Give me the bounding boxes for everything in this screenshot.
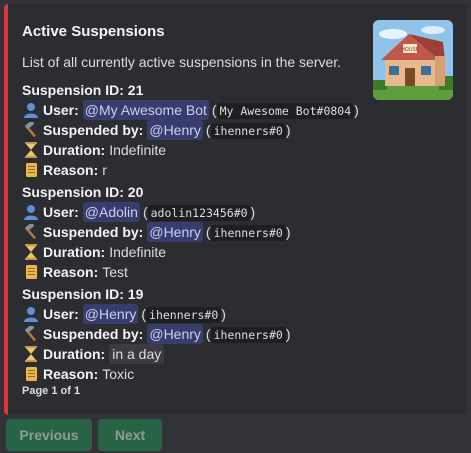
next-button[interactable]: Next: [98, 419, 162, 451]
embed-description: List of all currently active suspensions…: [22, 54, 342, 70]
moderator-mention[interactable]: @Henry: [147, 324, 203, 344]
duration-value: Indefinite: [109, 244, 167, 260]
user-tag-code: My Awesome Bot#0804: [216, 102, 355, 119]
user-tag: (adolin123456#0): [142, 203, 256, 221]
user-row: User: @Henry (ihenners#0): [22, 304, 291, 324]
duration-label: Duration:: [43, 346, 106, 362]
hourglass-icon: [22, 243, 40, 261]
reason-label: Reason:: [43, 366, 99, 382]
user-label: User:: [43, 306, 79, 322]
user-tag-code: ihenners#0: [146, 306, 222, 323]
reason-value: Toxic: [102, 366, 135, 382]
user-label: User:: [43, 102, 79, 118]
reason-label: Reason:: [43, 264, 99, 280]
moderator-mention[interactable]: @Henry: [147, 222, 203, 242]
hammer-icon: [22, 121, 40, 139]
hourglass-icon: [22, 345, 40, 363]
duration-value: Indefinite: [109, 142, 167, 158]
duration-row: Duration: Indefinite: [22, 242, 291, 262]
reason-row: Reason: Test: [22, 262, 291, 282]
suspension-entry: Suspension ID: 19 User: @Henry (ihenners…: [22, 284, 291, 384]
moderator-tag-code: ihenners#0: [210, 326, 286, 343]
user-tag: (ihenners#0): [141, 305, 226, 323]
duration-label: Duration:: [43, 142, 106, 158]
suspended-by-row: Suspended by: @Henry (ihenners#0): [22, 222, 291, 242]
bust-silhouette-icon: [22, 305, 40, 323]
moderator-tag: (ihenners#0): [205, 121, 291, 139]
hourglass-icon: [22, 141, 40, 159]
reason-row: Reason: r: [22, 160, 359, 180]
suspension-entry: Suspension ID: 20 User: @Adolin (adolin1…: [22, 182, 291, 282]
reason-value: Test: [102, 264, 128, 280]
reason-label: Reason:: [43, 162, 99, 178]
page-indicator: Page 1 of 1: [22, 385, 81, 397]
suspension-id: Suspension ID: 20: [22, 184, 144, 200]
house-thumbnail-image[interactable]: HOUSE: [373, 20, 453, 100]
moderator-mention[interactable]: @Henry: [147, 120, 203, 140]
suspension-id: Suspension ID: 21: [22, 82, 144, 98]
duration-row: Duration: in a day: [22, 344, 291, 364]
moderator-tag-code: ihenners#0: [210, 122, 286, 139]
duration-row: Duration: Indefinite: [22, 140, 359, 160]
user-mention[interactable]: @My Awesome Bot: [82, 100, 209, 120]
user-mention[interactable]: @Henry: [82, 304, 139, 324]
scroll-icon: [22, 263, 40, 281]
hammer-icon: [22, 325, 40, 343]
user-mention[interactable]: @Adolin: [82, 202, 140, 222]
moderator-tag: (ihenners#0): [205, 223, 291, 241]
suspended-by-label: Suspended by:: [43, 224, 144, 240]
user-row: User: @Adolin (adolin123456#0): [22, 202, 291, 222]
suspended-by-row: Suspended by: @Henry (ihenners#0): [22, 120, 359, 140]
reason-row: Reason: Toxic: [22, 364, 291, 384]
suspension-entry: Suspension ID: 21 User: @My Awesome Bot …: [22, 80, 359, 180]
scroll-icon: [22, 365, 40, 383]
bust-silhouette-icon: [22, 101, 40, 119]
user-tag: (My Awesome Bot#0804): [211, 101, 359, 119]
duration-label: Duration:: [43, 244, 106, 260]
moderator-tag-code: ihenners#0: [210, 224, 286, 241]
suspended-by-row: Suspended by: @Henry (ihenners#0): [22, 324, 291, 344]
suspensions-embed: Active Suspensions List of all currently…: [4, 4, 467, 415]
user-row: User: @My Awesome Bot (My Awesome Bot#08…: [22, 100, 359, 120]
suspended-by-label: Suspended by:: [43, 326, 144, 342]
suspension-id: Suspension ID: 19: [22, 286, 144, 302]
user-label: User:: [43, 204, 79, 220]
user-tag-code: adolin123456#0: [147, 204, 251, 221]
bust-silhouette-icon: [22, 203, 40, 221]
suspended-by-label: Suspended by:: [43, 122, 144, 138]
reason-value: r: [102, 162, 107, 178]
embed-title: Active Suspensions: [22, 23, 165, 40]
duration-timestamp[interactable]: in a day: [109, 344, 165, 364]
svg-text:HOUSE: HOUSE: [401, 47, 419, 53]
hammer-icon: [22, 223, 40, 241]
previous-button[interactable]: Previous: [6, 419, 92, 451]
moderator-tag: (ihenners#0): [205, 325, 291, 343]
scroll-icon: [22, 161, 40, 179]
